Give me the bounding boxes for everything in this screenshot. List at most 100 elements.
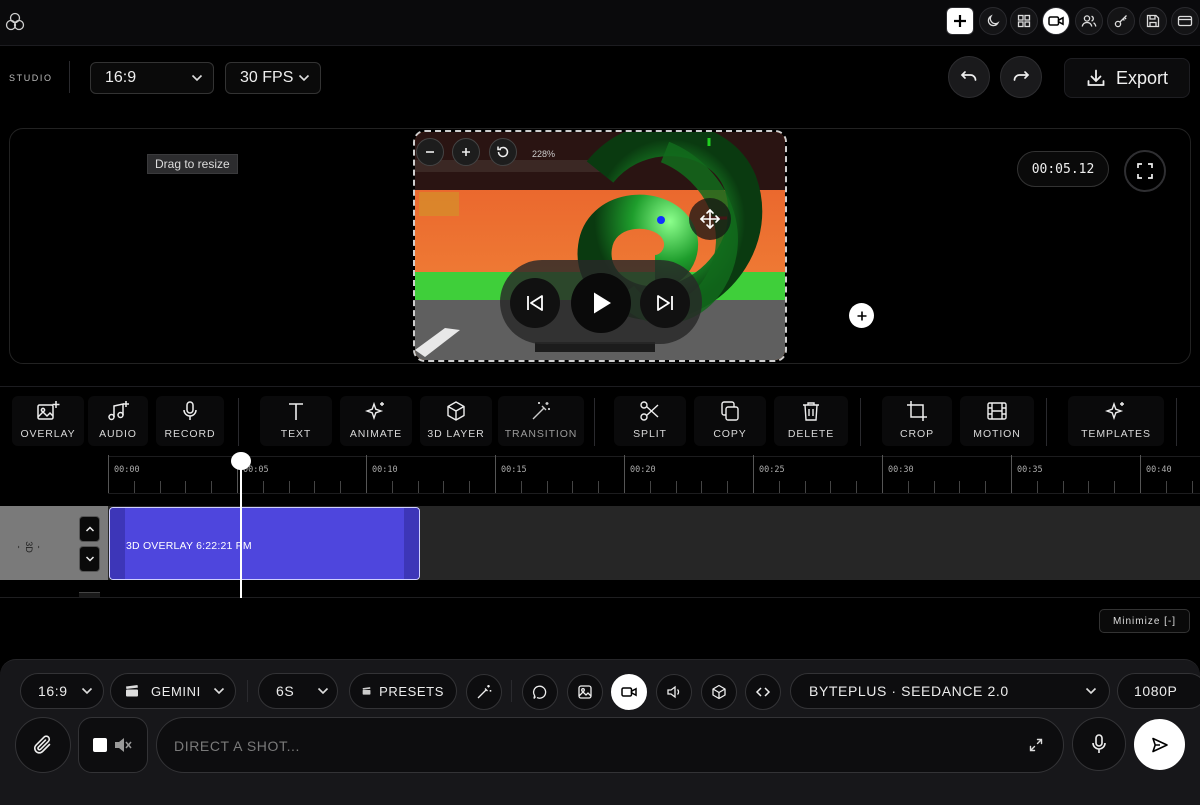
mode-video-button[interactable] bbox=[611, 674, 647, 710]
tool-transition[interactable]: TRANSITION bbox=[498, 396, 584, 446]
expand-icon[interactable] bbox=[1028, 737, 1044, 753]
voice-input-button[interactable] bbox=[1072, 717, 1126, 771]
play-icon bbox=[594, 292, 611, 314]
tool-animate[interactable]: ANIMATE bbox=[340, 396, 412, 446]
timeline-clip[interactable]: 3D OVERLAY 6:22:21 PM bbox=[109, 507, 420, 580]
tool-3d-layer[interactable]: 3D LAYER bbox=[420, 396, 492, 446]
theme-toggle-button[interactable] bbox=[979, 7, 1007, 35]
users-button[interactable] bbox=[1075, 7, 1103, 35]
ruler-tick bbox=[366, 455, 367, 493]
attach-button[interactable] bbox=[15, 717, 71, 773]
zoom-in-button[interactable] bbox=[452, 138, 480, 166]
tool-label: TRANSITION bbox=[504, 428, 578, 440]
divider bbox=[247, 680, 248, 702]
clip-trim-start-handle[interactable] bbox=[110, 508, 125, 579]
ruler-tick bbox=[572, 481, 574, 493]
mode-image-button[interactable] bbox=[567, 674, 603, 710]
presets-button[interactable]: PRESETS bbox=[349, 673, 457, 709]
skip-forward-button[interactable] bbox=[640, 278, 690, 328]
image-icon bbox=[578, 685, 592, 699]
key-icon bbox=[1114, 15, 1127, 28]
prompt-aspect-ratio-select[interactable]: 16:9 bbox=[20, 673, 104, 709]
add-layer-button[interactable] bbox=[849, 303, 874, 328]
resolution-select[interactable]: 1080P bbox=[1117, 673, 1200, 709]
clip-label: 3D OVERLAY 6:22:21 PM bbox=[126, 540, 252, 552]
api-keys-button[interactable] bbox=[1107, 7, 1135, 35]
trash-icon bbox=[803, 402, 819, 421]
ruler-tick bbox=[933, 481, 935, 493]
audio-toggle[interactable] bbox=[78, 717, 148, 773]
ruler-tick bbox=[469, 481, 471, 493]
mode-chat-button[interactable] bbox=[522, 674, 558, 710]
tool-split[interactable]: SPLIT bbox=[614, 396, 686, 446]
enhance-prompt-button[interactable] bbox=[466, 674, 502, 710]
skip-back-button[interactable] bbox=[510, 278, 560, 328]
microphone-icon bbox=[1092, 734, 1106, 753]
tool-crop[interactable]: CROP bbox=[882, 396, 952, 446]
tool-text[interactable]: TEXT bbox=[260, 396, 332, 446]
ruler-tick bbox=[882, 455, 883, 493]
copy-icon bbox=[721, 401, 739, 421]
timeline-ruler[interactable]: 00:00 00:05 00:10 00:15 00:20 00:25 00:30 00:35… bbox=[108, 455, 1200, 494]
billing-button[interactable] bbox=[1171, 7, 1199, 35]
tool-delete[interactable]: DELETE bbox=[774, 396, 848, 446]
ruler-tick bbox=[830, 481, 832, 493]
mode-audio-button[interactable] bbox=[656, 674, 692, 710]
duration-select[interactable]: 6S bbox=[258, 673, 338, 709]
play-button[interactable] bbox=[571, 273, 631, 333]
video-studio-button[interactable] bbox=[1042, 7, 1070, 35]
ruler-tick bbox=[391, 481, 393, 493]
users-icon bbox=[1081, 15, 1097, 27]
playhead-handle[interactable] bbox=[231, 452, 251, 470]
scissors-icon bbox=[640, 401, 659, 421]
tool-copy[interactable]: COPY bbox=[694, 396, 766, 446]
model-provider-select[interactable]: GEMINI bbox=[110, 673, 236, 709]
fullscreen-button[interactable] bbox=[1124, 150, 1166, 192]
new-project-button[interactable] bbox=[946, 7, 974, 35]
plus-icon bbox=[857, 311, 866, 320]
tool-record[interactable]: RECORD bbox=[156, 396, 224, 446]
prompt-input[interactable] bbox=[174, 736, 994, 756]
clapperboard-icon bbox=[126, 685, 138, 697]
move-icon bbox=[699, 208, 721, 230]
ruler-label: 00:00 bbox=[114, 465, 140, 475]
move-track-up-button[interactable] bbox=[79, 516, 100, 542]
chevron-down-icon bbox=[85, 556, 94, 562]
ruler-tick bbox=[778, 481, 780, 493]
clip-trim-end-handle[interactable] bbox=[404, 508, 419, 579]
toolbar-divider bbox=[1046, 398, 1047, 446]
music-plus-icon bbox=[108, 401, 129, 421]
zoom-out-button[interactable] bbox=[416, 138, 444, 166]
export-button[interactable]: Export bbox=[1064, 58, 1190, 98]
playhead[interactable] bbox=[240, 462, 242, 598]
send-button[interactable] bbox=[1134, 719, 1185, 770]
audio-checkbox[interactable] bbox=[93, 738, 107, 752]
tool-overlay[interactable]: OVERLAY bbox=[12, 396, 84, 446]
minimize-timeline-button[interactable]: Minimize [-] bbox=[1099, 609, 1190, 633]
fps-value: 30 FPS bbox=[240, 69, 294, 86]
toolbar-divider bbox=[860, 398, 861, 446]
ruler-tick bbox=[546, 481, 548, 493]
move-handle[interactable] bbox=[689, 198, 731, 240]
ruler-label: 00:40 bbox=[1146, 465, 1172, 475]
undo-button[interactable] bbox=[948, 56, 990, 98]
reset-zoom-button[interactable] bbox=[489, 138, 517, 166]
redo-button[interactable] bbox=[1000, 56, 1042, 98]
fps-select[interactable]: 30 FPS bbox=[225, 62, 321, 94]
mode-code-button[interactable] bbox=[745, 674, 781, 710]
ruler-tick bbox=[288, 481, 290, 493]
move-track-down-button[interactable] bbox=[79, 546, 100, 572]
mode-3d-button[interactable] bbox=[701, 674, 737, 710]
aspect-ratio-select[interactable]: 16:9 bbox=[90, 62, 214, 94]
tool-motion[interactable]: MOTION bbox=[960, 396, 1034, 446]
ruler-tick bbox=[624, 455, 625, 493]
app-logo-icon[interactable] bbox=[4, 11, 26, 33]
save-button[interactable] bbox=[1139, 7, 1167, 35]
tool-templates[interactable]: TEMPLATES bbox=[1068, 396, 1164, 446]
ruler-tick bbox=[159, 481, 161, 493]
dashboard-button[interactable] bbox=[1010, 7, 1038, 35]
ruler-tick bbox=[598, 481, 600, 493]
model-select[interactable]: BYTEPLUS · SEEDANCE 2.0 bbox=[790, 673, 1110, 709]
chevron-up-icon bbox=[85, 526, 94, 532]
tool-audio[interactable]: AUDIO bbox=[88, 396, 148, 446]
